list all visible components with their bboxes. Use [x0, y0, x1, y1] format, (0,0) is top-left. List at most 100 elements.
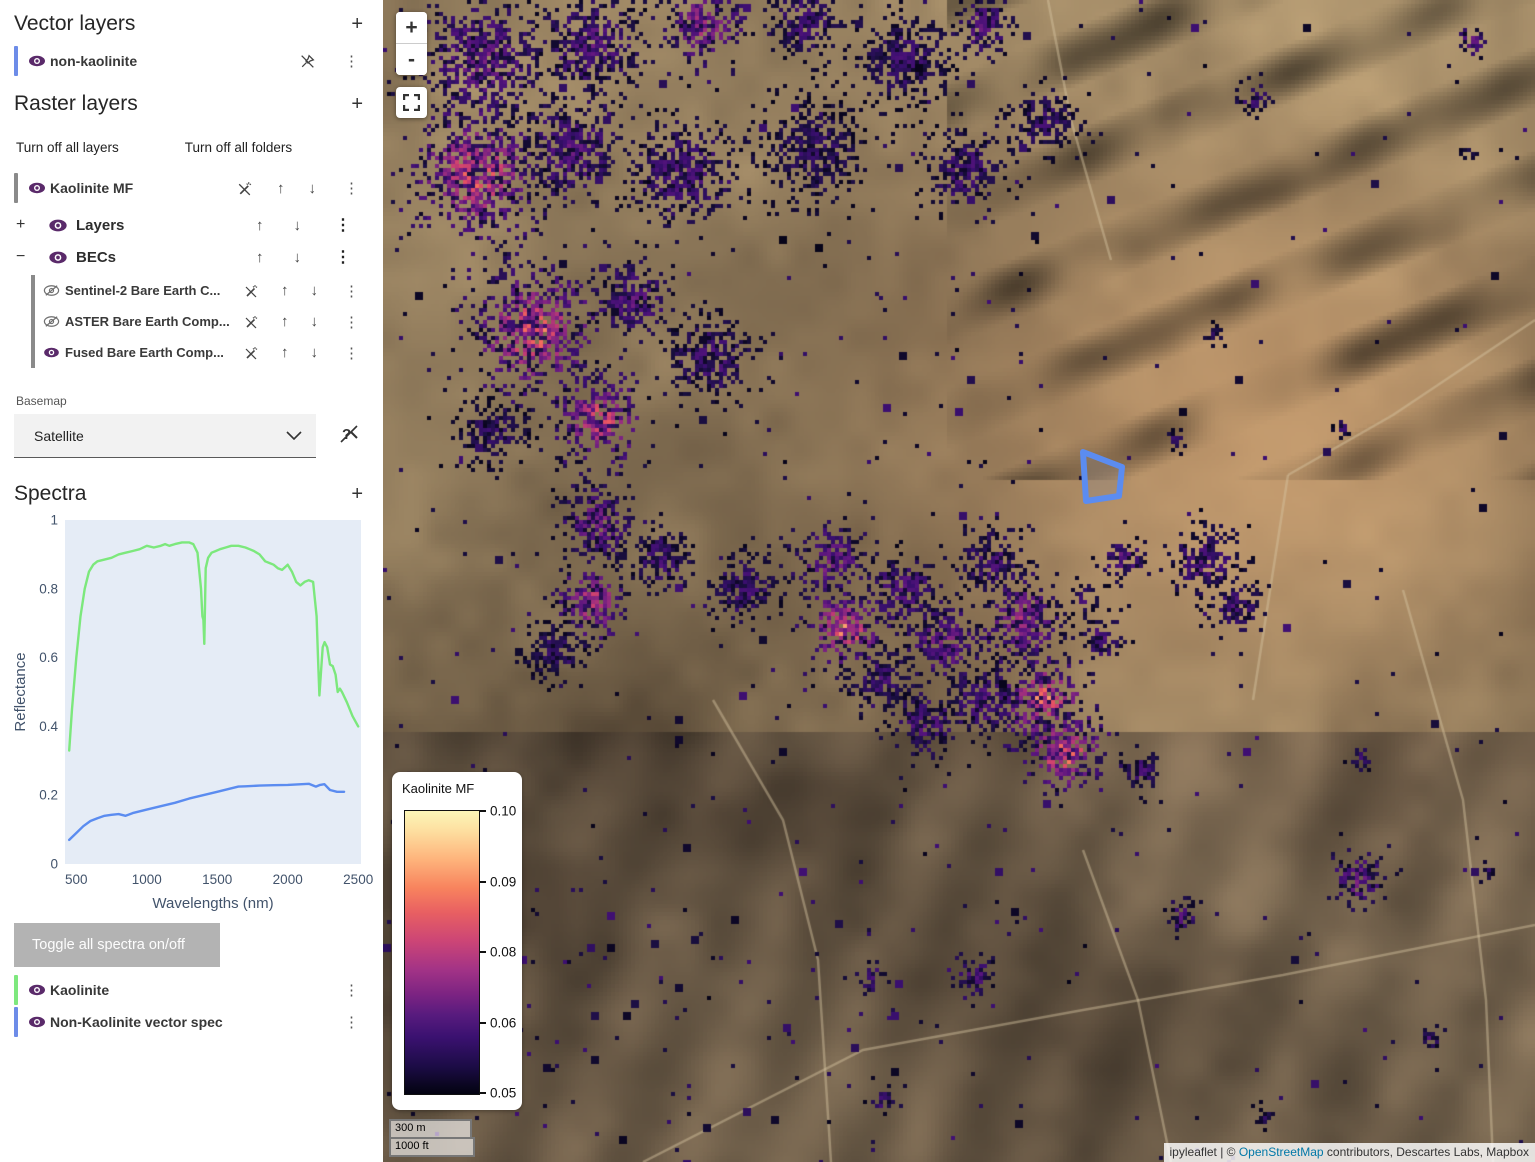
move-up-icon[interactable]: ↑: [281, 344, 289, 361]
move-up-icon[interactable]: ↑: [281, 282, 289, 299]
colorbar-tick: [479, 951, 486, 953]
visibility-eye-icon[interactable]: [28, 182, 50, 194]
folder-label: Layers: [76, 217, 256, 234]
svg-text:0.2: 0.2: [39, 788, 58, 803]
svg-text:1500: 1500: [202, 872, 232, 887]
visibility-eye-icon[interactable]: [43, 347, 65, 358]
application: { "sidebar": { "vector_layers": { "title…: [0, 0, 1535, 1162]
colorbar-tick: [479, 1022, 486, 1024]
basemap-select[interactable]: Satellite: [14, 414, 316, 458]
layer-menu-icon[interactable]: ⋮: [340, 52, 363, 70]
visibility-off-eye-icon[interactable]: [43, 284, 65, 297]
attribution-suffix: contributors, Descartes Labs, Mapbox: [1324, 1145, 1529, 1159]
move-up-icon[interactable]: ↑: [281, 313, 289, 330]
move-up-icon[interactable]: ↑: [277, 180, 285, 197]
layer-menu-icon[interactable]: ⋮: [340, 179, 363, 197]
spectra-chart-svg: 00.20.40.60.815001000150020002500Wavelen…: [8, 512, 380, 914]
visibility-eye-icon[interactable]: [28, 1016, 50, 1028]
satellite-map[interactable]: [383, 0, 1535, 1162]
fullscreen-button[interactable]: [396, 87, 427, 118]
move-down-icon[interactable]: ↓: [294, 217, 302, 234]
basemap-selected-value: Satellite: [34, 428, 84, 444]
move-down-icon[interactable]: ↓: [311, 344, 319, 361]
expand-folder-icon[interactable]: +: [14, 216, 38, 234]
vector-layer-row-non-kaolinite: non-kaolinite ⋮: [14, 46, 369, 76]
layer-color-bar: [14, 46, 18, 76]
spectrum-menu-icon[interactable]: ⋮: [340, 1013, 363, 1031]
tree-guide-bar: [31, 275, 35, 368]
spectrum-color-bar: [14, 975, 18, 1005]
colorbar-tick-label: 0.09: [490, 875, 516, 890]
openstreetmap-link[interactable]: OpenStreetMap: [1239, 1145, 1324, 1159]
collapse-folder-icon[interactable]: −: [14, 248, 38, 266]
pin-disabled-icon[interactable]: [299, 53, 316, 70]
colorbar-tick: [479, 810, 486, 812]
scale-control: 300 m 1000 ft: [389, 1119, 475, 1157]
colorbar-tick-label: 0.08: [490, 945, 516, 960]
spectrum-menu-icon[interactable]: ⋮: [340, 981, 363, 999]
turn-off-all-layers-link[interactable]: Turn off all layers: [16, 140, 119, 155]
spectra-title: Spectra: [14, 482, 86, 506]
colorbar-legend: Kaolinite MF 0.10 0.09 0.08 0.06 0.05: [392, 772, 522, 1110]
move-up-icon[interactable]: ↑: [256, 217, 264, 234]
move-down-icon[interactable]: ↓: [311, 282, 319, 299]
svg-text:Wavelengths (nm): Wavelengths (nm): [152, 895, 273, 912]
visibility-eye-icon[interactable]: [28, 984, 50, 996]
colorbar-tick: [479, 1092, 486, 1094]
raster-layer-row-aster: ASTER Bare Earth Comp... ↑ ↓ ⋮: [43, 306, 369, 337]
style-wand-disabled-icon[interactable]: [236, 180, 253, 197]
folder-row-layers: + Layers ↑ ↓ ⋮: [14, 209, 369, 241]
colorbar-tick-label: 0.06: [490, 1016, 516, 1031]
layer-menu-icon[interactable]: ⋮: [340, 344, 363, 362]
move-up-icon[interactable]: ↑: [256, 249, 264, 266]
move-down-icon[interactable]: ↓: [311, 313, 319, 330]
spectrum-label: Kaolinite: [50, 982, 340, 998]
colorbar-tick: [479, 881, 486, 883]
zoom-out-button[interactable]: -: [396, 44, 427, 75]
style-wand-disabled-icon[interactable]: [243, 314, 259, 330]
raster-layer-row-fused: Fused Bare Earth Comp... ↑ ↓ ⋮: [43, 337, 369, 368]
folder-row-becs: − BECs ↑ ↓ ⋮: [14, 241, 369, 273]
zoom-in-button[interactable]: +: [396, 12, 427, 44]
turn-off-all-folders-link[interactable]: Turn off all folders: [185, 140, 292, 155]
svg-text:500: 500: [65, 872, 88, 887]
query-tool-disabled-icon[interactable]: ?: [338, 423, 360, 450]
scale-imperial: 1000 ft: [389, 1137, 475, 1157]
add-vector-layer-button[interactable]: +: [345, 14, 369, 34]
becs-children-group: Sentinel-2 Bare Earth C... ↑ ↓ ⋮ ASTER B…: [14, 275, 369, 368]
raster-layers-header: Raster layers +: [14, 92, 369, 116]
svg-text:1: 1: [50, 513, 58, 528]
map-attribution: ipyleaflet | © OpenStreetMap contributor…: [1164, 1143, 1535, 1162]
map-viewport[interactable]: + - Kaolinite MF 0.10 0.09 0.08 0.06 0.0…: [383, 0, 1535, 1162]
visibility-off-eye-icon[interactable]: [43, 315, 65, 328]
visibility-eye-icon[interactable]: [28, 55, 50, 67]
spectrum-label: Non-Kaolinite vector spec: [50, 1014, 340, 1030]
layer-label: Sentinel-2 Bare Earth C...: [65, 283, 243, 298]
spectrum-color-bar: [14, 1007, 18, 1037]
add-raster-layer-button[interactable]: +: [345, 94, 369, 114]
basemap-label: Basemap: [16, 394, 369, 408]
layer-menu-icon[interactable]: ⋮: [340, 313, 363, 331]
svg-text:2500: 2500: [343, 872, 373, 887]
colorbar-gradient: [404, 810, 480, 1095]
style-wand-disabled-icon[interactable]: [243, 283, 259, 299]
folder-menu-icon[interactable]: ⋮: [331, 215, 355, 235]
layer-control-sidebar: Vector layers + non-kaolinite ⋮ Raster l…: [0, 0, 383, 1162]
style-wand-disabled-icon[interactable]: [243, 345, 259, 361]
move-down-icon[interactable]: ↓: [309, 180, 317, 197]
visibility-eye-icon[interactable]: [48, 251, 70, 264]
layer-menu-icon[interactable]: ⋮: [340, 282, 363, 300]
move-down-icon[interactable]: ↓: [294, 249, 302, 266]
raster-layers-title: Raster layers: [14, 92, 138, 116]
folder-menu-icon[interactable]: ⋮: [331, 247, 355, 267]
spectrum-row-non-kaolinite: Non-Kaolinite vector spec ⋮: [14, 1007, 369, 1037]
legend-title: Kaolinite MF: [392, 772, 522, 796]
visibility-eye-icon[interactable]: [48, 219, 70, 232]
svg-text:0.4: 0.4: [39, 719, 58, 734]
svg-text:2000: 2000: [273, 872, 303, 887]
toggle-all-spectra-button[interactable]: Toggle all spectra on/off: [14, 923, 220, 967]
colorbar-tick-label: 0.05: [490, 1086, 516, 1101]
chevron-down-icon: [286, 427, 302, 445]
vector-layers-header: Vector layers +: [14, 12, 369, 36]
add-spectrum-button[interactable]: +: [345, 484, 369, 504]
